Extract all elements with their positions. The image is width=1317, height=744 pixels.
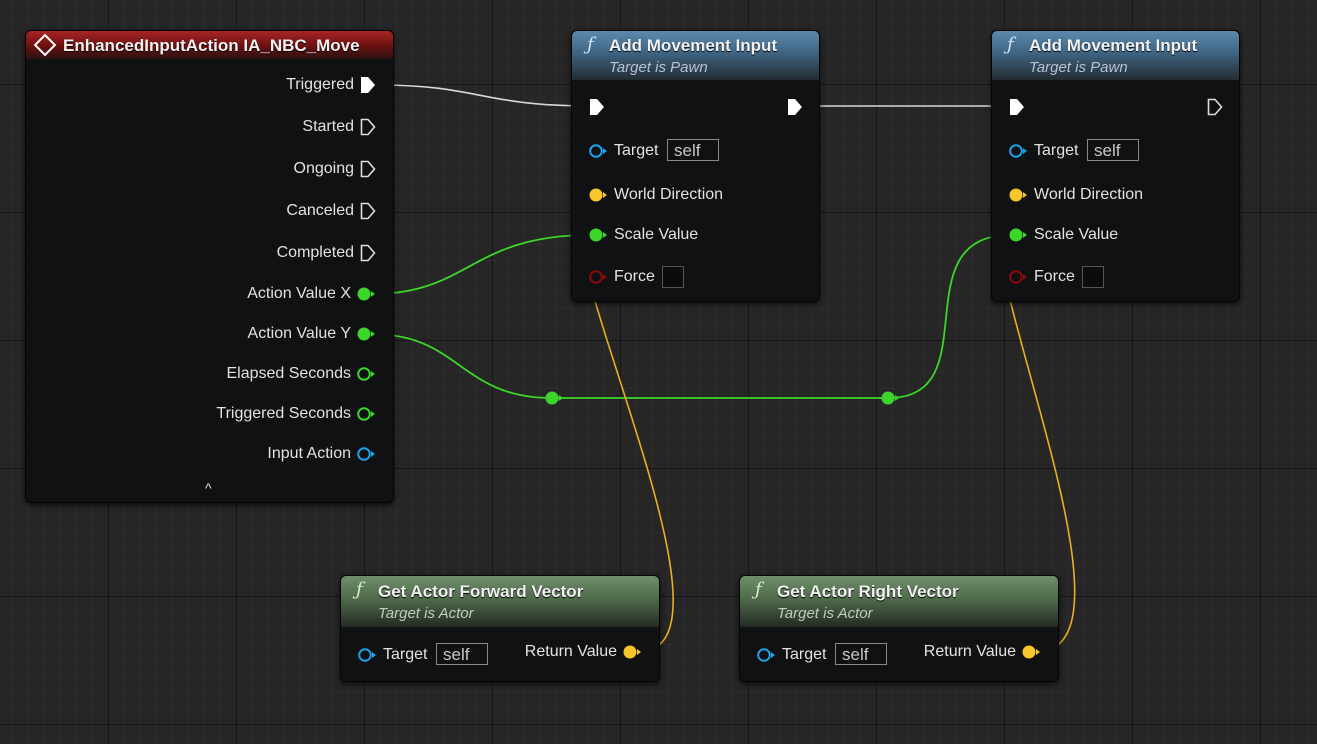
target-pin-icon[interactable] [756, 647, 776, 663]
node-header: ƒ Add Movement Input Target is Pawn [992, 31, 1239, 80]
node-header: ƒ Get Actor Forward Vector Target is Act… [341, 576, 659, 627]
target-self-field[interactable]: self [667, 139, 719, 161]
node-header: ƒ Add Movement Input Target is Pawn [572, 31, 819, 80]
exec-pin-icon[interactable] [360, 118, 376, 136]
vector-pin-filled-icon[interactable] [622, 644, 642, 660]
force-label: Force [614, 268, 655, 285]
force-checkbox[interactable] [1082, 266, 1104, 288]
target-self-field[interactable]: self [1087, 139, 1139, 161]
exec-out-pin-icon[interactable] [1207, 98, 1223, 116]
function-icon: ƒ [356, 579, 363, 600]
enhanced-input-action-node[interactable]: EnhancedInputAction IA_NBC_Move Triggere… [25, 30, 394, 503]
pin-action-value-y-label: Action Value Y [247, 325, 351, 342]
node-subtitle: Target is Pawn [1029, 59, 1128, 76]
pin-canceled-label: Canceled [286, 202, 354, 219]
function-icon: ƒ [755, 579, 762, 600]
vector-pin-filled-icon[interactable] [1008, 187, 1028, 203]
float-pin-icon[interactable] [356, 366, 376, 382]
world-direction-label: World Direction [614, 186, 724, 203]
node-title: Get Actor Forward Vector [378, 582, 584, 601]
pin-triggered-seconds-label: Triggered Seconds [216, 405, 351, 422]
node-subtitle: Target is Pawn [609, 59, 708, 76]
pin-elapsed-seconds-label: Elapsed Seconds [226, 365, 351, 382]
pin-action-value-x-label: Action Value X [247, 285, 351, 302]
float-pin-icon[interactable] [356, 406, 376, 422]
exec-pin-icon[interactable] [360, 244, 376, 262]
bool-pin-icon[interactable] [588, 269, 608, 285]
float-pin-filled-icon[interactable] [356, 326, 376, 342]
add-movement-input-node-1[interactable]: ƒ Add Movement Input Target is Pawn Targ… [571, 30, 820, 302]
reroute-node-2[interactable] [881, 391, 895, 405]
scale-value-label: Scale Value [1034, 226, 1119, 243]
exec-in-pin-icon[interactable] [1009, 98, 1025, 116]
target-label: Target [782, 646, 827, 663]
function-icon: ƒ [587, 34, 594, 55]
return-value-label: Return Value [524, 643, 617, 660]
pin-triggered-label: Triggered [286, 76, 354, 93]
exec-pin-filled-icon[interactable] [360, 76, 376, 94]
target-label: Target [614, 142, 659, 159]
scale-value-label: Scale Value [614, 226, 699, 243]
vector-pin-filled-icon[interactable] [588, 187, 608, 203]
target-pin-icon[interactable] [357, 647, 377, 663]
exec-wire-1 [377, 84, 592, 107]
event-diamond-icon [33, 33, 57, 57]
vector-pin-filled-icon[interactable] [1021, 644, 1041, 660]
node-header: EnhancedInputAction IA_NBC_Move [26, 31, 393, 59]
object-pin-icon[interactable] [356, 446, 376, 462]
target-label: Target [383, 646, 428, 663]
exec-in-pin-icon[interactable] [589, 98, 605, 116]
exec-out-pin-icon[interactable] [787, 98, 803, 116]
bool-pin-icon[interactable] [1008, 269, 1028, 285]
pin-completed-label: Completed [276, 244, 354, 261]
scale-value-pin-filled-icon[interactable] [1008, 227, 1028, 243]
float-pin-filled-icon[interactable] [356, 286, 376, 302]
force-label: Force [1034, 268, 1075, 285]
wire-action-y-to-reroute [371, 333, 553, 399]
pin-input-action-label: Input Action [267, 445, 351, 462]
target-self-field[interactable]: self [436, 643, 488, 665]
node-subtitle: Target is Actor [777, 605, 873, 622]
target-self-field[interactable]: self [835, 643, 887, 665]
node-title: Add Movement Input [1029, 36, 1198, 55]
reroute-node-2-arrow [895, 395, 899, 401]
get-actor-right-vector-node[interactable]: ƒ Get Actor Right Vector Target is Actor… [739, 575, 1059, 682]
collapse-arrow-icon[interactable]: ^ [205, 480, 212, 496]
force-checkbox[interactable] [662, 266, 684, 288]
target-pin-icon[interactable] [588, 143, 608, 159]
wire-action-x-to-scale [371, 234, 592, 295]
add-movement-input-node-2[interactable]: ƒ Add Movement Input Target is Pawn Targ… [991, 30, 1240, 302]
node-title: Get Actor Right Vector [777, 582, 959, 601]
get-actor-forward-vector-node[interactable]: ƒ Get Actor Forward Vector Target is Act… [340, 575, 660, 682]
node-title: EnhancedInputAction IA_NBC_Move [63, 36, 360, 55]
exec-pin-icon[interactable] [360, 202, 376, 220]
function-icon: ƒ [1007, 34, 1014, 55]
reroute-node-1[interactable] [545, 391, 559, 405]
reroute-node-1-arrow [559, 395, 563, 401]
exec-pin-icon[interactable] [360, 160, 376, 178]
node-subtitle: Target is Actor [378, 605, 474, 622]
pin-ongoing-label: Ongoing [293, 160, 355, 177]
target-label: Target [1034, 142, 1079, 159]
world-direction-label: World Direction [1034, 186, 1144, 203]
node-title: Add Movement Input [609, 36, 778, 55]
return-value-label: Return Value [923, 643, 1016, 660]
pin-started-label: Started [302, 118, 354, 135]
target-pin-icon[interactable] [1008, 143, 1028, 159]
scale-value-pin-filled-icon[interactable] [588, 227, 608, 243]
node-header: ƒ Get Actor Right Vector Target is Actor [740, 576, 1058, 627]
